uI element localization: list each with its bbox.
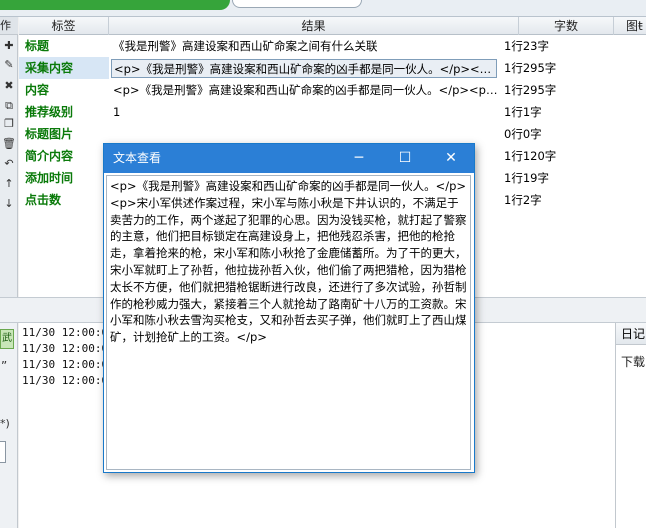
log-line: 11/30 12:00:0 <box>22 326 109 339</box>
copy-icon[interactable]: ⧉ <box>2 99 16 113</box>
paren-label: *) <box>0 417 10 430</box>
pencil-icon[interactable]: ✎ <box>2 58 16 72</box>
left-toolbar: 作 ✚ ✎ ✖ ⧉ ❐ 🗑 ↶ ↑ ↓ <box>0 17 18 297</box>
paste-icon[interactable]: ❐ <box>2 117 16 131</box>
arrow-down-icon[interactable]: ↓ <box>2 197 16 211</box>
row-label: 点击数 <box>25 193 62 207</box>
row-label: 标题图片 <box>25 127 74 141</box>
log-line: 11/30 12:00:0 <box>22 358 109 371</box>
dialog-text-content: <p>《我是刑警》高建设案和西山矿命案的凶手都是同一伙人。</p><p>宋小军供… <box>110 179 467 345</box>
row-count: 1行19字 <box>504 171 549 185</box>
test-button[interactable]: 武 <box>0 329 14 349</box>
row-count: 1行120字 <box>504 149 557 163</box>
delete-icon[interactable]: ✖ <box>2 79 16 93</box>
row-count: 1行295字 <box>504 61 557 75</box>
right-panel-header[interactable]: 日记 <box>616 323 646 345</box>
active-tab-shape[interactable] <box>0 0 230 10</box>
inactive-tab-shape[interactable] <box>232 0 362 8</box>
row-result[interactable]: 1 <box>111 103 497 122</box>
dialog-text-area[interactable]: <p>《我是刑警》高建设案和西山矿命案的凶手都是同一伙人。</p><p>宋小军供… <box>106 175 471 470</box>
log-line: 11/30 12:00:0 <box>22 374 109 387</box>
header-label[interactable]: 标签 <box>19 17 109 35</box>
row-label: 采集内容 <box>25 61 74 75</box>
table-row[interactable]: 内容 <p>《我是刑警》高建设案和西山矿命案的凶手都是同一伙人。</p><p… … <box>19 79 646 101</box>
row-label: 内容 <box>25 83 50 97</box>
header-picture[interactable]: 图ŧ <box>614 17 646 35</box>
row-result-selected[interactable]: <p>《我是刑警》高建设案和西山矿命案的凶手都是同一伙人。</p><… <box>111 59 497 78</box>
row-result[interactable] <box>111 125 497 144</box>
grid-header: 标签 结果 字数 图ŧ <box>19 17 646 35</box>
header-result[interactable]: 结果 <box>109 17 519 35</box>
row-count: 1行1字 <box>504 105 542 119</box>
row-count: 1行2字 <box>504 193 542 207</box>
maximize-icon[interactable]: ☐ <box>382 144 428 173</box>
row-result[interactable]: 《我是刑警》高建设案和西山矿命案之间有什么关联 <box>111 37 497 56</box>
table-row[interactable]: 标题 《我是刑警》高建设案和西山矿命案之间有什么关联 1行23字 <box>19 35 646 57</box>
input-box[interactable] <box>0 441 6 463</box>
header-count[interactable]: 字数 <box>519 17 614 35</box>
plus-icon[interactable]: ✚ <box>2 39 16 53</box>
row-count: 0行0字 <box>504 127 542 141</box>
table-row[interactable]: 推荐级别 1 1行1字 <box>19 101 646 123</box>
arrow-up-icon[interactable]: ↑ <box>2 177 16 191</box>
minimize-icon[interactable]: ─ <box>336 144 382 173</box>
log-line: 11/30 12:00:0 <box>22 342 109 355</box>
trash-icon[interactable]: 🗑 <box>2 137 16 151</box>
table-row[interactable]: 采集内容 <p>《我是刑警》高建设案和西山矿命案的凶手都是同一伙人。</p><…… <box>19 57 646 79</box>
row-label: 推荐级别 <box>25 105 74 119</box>
right-panel-item: 下载 <box>621 355 646 369</box>
row-count: 1行23字 <box>504 39 549 53</box>
text-view-dialog: 文本查看 ─ ☐ ✕ <p>《我是刑警》高建设案和西山矿命案的凶手都是同一伙人。… <box>103 143 475 473</box>
row-count: 1行295字 <box>504 83 557 97</box>
dialog-titlebar[interactable]: 文本查看 ─ ☐ ✕ <box>104 144 474 173</box>
row-result[interactable]: <p>《我是刑警》高建设案和西山矿命案的凶手都是同一伙人。</p><p… <box>111 81 497 100</box>
row-label: 标题 <box>25 39 50 53</box>
bottom-left-panel: 武 ” *) <box>0 323 18 528</box>
table-row[interactable]: 标题图片 0行0字 <box>19 123 646 145</box>
close-icon[interactable]: ✕ <box>428 144 474 173</box>
right-log-panel: 日记 下载 <box>615 323 646 528</box>
undo-icon[interactable]: ↶ <box>2 157 16 171</box>
toolbar-head-label: 作 <box>0 17 18 35</box>
row-label: 简介内容 <box>25 149 74 163</box>
row-label: 添加时间 <box>25 171 74 185</box>
dialog-title: 文本查看 <box>113 151 162 165</box>
top-tab-strip <box>0 0 646 17</box>
quote-mark: ” <box>1 359 8 373</box>
